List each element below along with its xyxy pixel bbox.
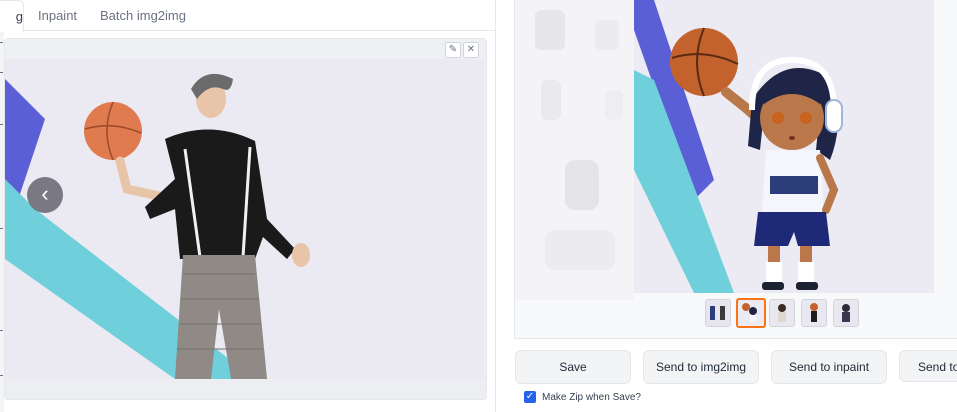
send-to-inpaint-button[interactable]: Send to inpaint bbox=[771, 350, 887, 384]
thumbnail[interactable] bbox=[801, 299, 827, 327]
source-image-editor[interactable]: ✎ ✕ ‹ bbox=[4, 38, 487, 400]
thumbnail-art bbox=[706, 300, 730, 326]
thumbnail[interactable] bbox=[705, 299, 731, 327]
edit-icon[interactable]: ✎ bbox=[445, 42, 461, 58]
output-gallery bbox=[514, 0, 957, 339]
close-icon[interactable]: ✕ bbox=[463, 42, 479, 58]
make-zip-label: Make Zip when Save? bbox=[542, 392, 641, 403]
action-button-row: Save Send to img2img Send to inpaint Sen… bbox=[514, 350, 957, 384]
previous-image-button[interactable]: ‹ bbox=[27, 177, 63, 213]
save-button[interactable]: Save bbox=[515, 350, 631, 384]
thumbnail-selected[interactable] bbox=[736, 298, 766, 328]
blurred-background-art bbox=[515, 0, 634, 300]
tab-inpaint[interactable]: Inpaint bbox=[38, 0, 77, 30]
generated-image-art bbox=[634, 0, 934, 293]
thumbnail-art bbox=[738, 300, 764, 326]
thumbnail-art bbox=[770, 300, 794, 326]
generated-image[interactable] bbox=[634, 0, 934, 293]
thumbnail[interactable] bbox=[833, 299, 859, 327]
tab-img2img[interactable]: g bbox=[0, 0, 24, 32]
source-photo-art bbox=[5, 59, 484, 379]
tab-batch-img2img[interactable]: Batch img2img bbox=[100, 0, 186, 30]
send-to-extras-button[interactable]: Send to bbox=[899, 350, 957, 382]
img2img-tabs: g Inpaint Batch img2img bbox=[0, 0, 495, 32]
thumbnail-art bbox=[802, 300, 826, 326]
make-zip-checkbox[interactable]: ✓ bbox=[524, 391, 536, 403]
tab-divider bbox=[22, 30, 495, 31]
source-photo bbox=[5, 59, 484, 379]
panel-divider bbox=[495, 0, 496, 412]
thumbnail-art bbox=[834, 300, 858, 326]
image-toolbar: ✎ ✕ bbox=[5, 39, 486, 59]
thumbnail[interactable] bbox=[769, 299, 795, 327]
send-to-img2img-button[interactable]: Send to img2img bbox=[643, 350, 759, 384]
blurred-gallery-background bbox=[515, 0, 634, 300]
